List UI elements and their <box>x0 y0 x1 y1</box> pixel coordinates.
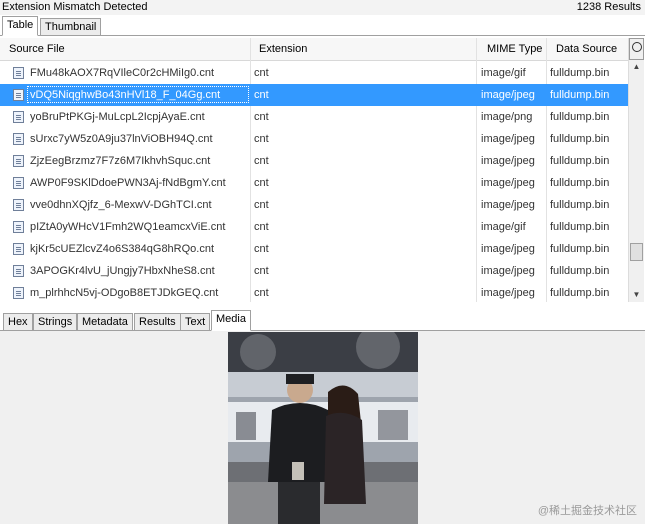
data-source-cell: fulldump.bin <box>550 243 610 255</box>
file-icon <box>13 111 24 123</box>
tab-metadata[interactable]: Metadata <box>77 313 133 331</box>
file-icon <box>13 243 24 255</box>
data-source-cell: fulldump.bin <box>550 89 610 101</box>
data-source-cell: fulldump.bin <box>550 199 610 211</box>
file-icon <box>13 199 24 211</box>
file-icon <box>13 133 24 145</box>
watermark-label: @稀土掘金技术社区 <box>537 505 637 517</box>
file-icon <box>13 177 24 189</box>
extension-cell: cnt <box>254 199 269 211</box>
mime-type-cell: image/jpeg <box>481 177 535 189</box>
extension-cell: cnt <box>254 177 269 189</box>
scroll-thumb[interactable] <box>630 243 643 261</box>
mime-type-cell: image/gif <box>481 67 526 79</box>
extension-cell: cnt <box>254 265 269 277</box>
data-source-cell: fulldump.bin <box>550 111 610 123</box>
source-file-cell: vDQ5NiqghwBo43nHVl18_F_04Gg.cnt <box>30 89 221 101</box>
mime-type-cell: image/jpeg <box>481 133 535 145</box>
table-row[interactable]: ZjzEegBrzmz7F7z6M7IkhvhSquc.cnt cnt image/… <box>0 150 628 172</box>
tab-strings[interactable]: Strings <box>33 313 78 331</box>
file-icon <box>13 265 24 277</box>
table-row[interactable]: 3APOGKr4lvU_jUngjy7HbxNheS8.cnt cnt image/… <box>0 260 628 282</box>
data-source-cell: fulldump.bin <box>550 265 610 277</box>
page-title: Extension Mismatch Detected <box>2 1 148 13</box>
column-header-extension[interactable]: Extension <box>259 43 307 55</box>
tab-text[interactable]: Text <box>180 313 211 331</box>
scroll-down-arrow-icon[interactable]: ▼ <box>629 290 644 300</box>
table-row[interactable]: sUrxc7yW5z0A9ju37lnViOBH94Q.cnt cnt image/… <box>0 128 628 150</box>
mime-type-cell: image/jpeg <box>481 199 535 211</box>
extension-cell: cnt <box>254 221 269 233</box>
table-row[interactable]: kjKr5cUEZlcvZ4o6S384qG8hRQo.cnt cnt image/… <box>0 238 628 260</box>
source-file-cell: pIZtA0yWHcV1Fmh2WQ1eamcxViE.cnt <box>30 221 226 233</box>
source-file-cell: AWP0F9SKlDdoePWN3Aj-fNdBgmY.cnt <box>30 177 226 189</box>
results-table: Source File Extension MIME Type Data Sou… <box>0 38 628 302</box>
data-source-cell: fulldump.bin <box>550 177 610 189</box>
tab-media[interactable]: Media <box>211 310 251 331</box>
table-row[interactable]: vve0dhnXQjfz_6-MexwV-DGhTCI.cnt cnt image/… <box>0 194 628 216</box>
extension-cell: cnt <box>254 155 269 167</box>
file-icon <box>13 221 24 233</box>
column-header-mime-type[interactable]: MIME Type <box>487 43 542 55</box>
source-file-cell: 3APOGKr4lvU_jUngjy7HbxNheS8.cnt <box>30 265 215 277</box>
source-file-cell: sUrxc7yW5z0A9ju37lnViOBH94Q.cnt <box>30 133 213 145</box>
mime-type-cell: image/gif <box>481 221 526 233</box>
result-header-bar: Extension Mismatch Detected 1238 Results <box>0 0 645 15</box>
search-icon <box>632 42 642 52</box>
tab-table[interactable]: Table <box>2 16 39 36</box>
vertical-scrollbar[interactable]: ▲ ▼ <box>628 38 644 302</box>
data-source-cell: fulldump.bin <box>550 133 610 145</box>
source-file-cell: yoBruPtPKGj-MuLcpL2IcpjAyaE.cnt <box>30 111 205 123</box>
table-row[interactable]: FMu48kAOX7RqVIleC0r2cHMiIg0.cnt cnt image/… <box>0 62 628 84</box>
table-row[interactable]: yoBruPtPKGj-MuLcpL2IcpjAyaE.cnt cnt image/… <box>0 106 628 128</box>
mime-type-cell: image/jpeg <box>481 89 535 101</box>
source-file-cell: m_plrhhcN5vj-ODgoB8ETJDkGEQ.cnt <box>30 287 219 299</box>
tab-results[interactable]: Results <box>134 313 181 331</box>
table-row[interactable]: m_plrhhcN5vj-ODgoB8ETJDkGEQ.cnt cnt image/… <box>0 282 628 302</box>
source-file-cell: kjKr5cUEZlcvZ4o6S384qG8hRQo.cnt <box>30 243 215 255</box>
source-file-cell: ZjzEegBrzmz7F7z6M7IkhvhSquc.cnt <box>30 155 211 167</box>
source-file-cell: FMu48kAOX7RqVIleC0r2cHMiIg0.cnt <box>30 67 215 79</box>
source-file-cell: vve0dhnXQjfz_6-MexwV-DGhTCI.cnt <box>30 199 212 211</box>
scroll-up-arrow-icon[interactable]: ▲ <box>629 62 644 72</box>
media-preview-image <box>228 332 418 524</box>
extension-cell: cnt <box>254 89 269 101</box>
mime-type-cell: image/jpeg <box>481 287 535 299</box>
table-row[interactable]: pIZtA0yWHcV1Fmh2WQ1eamcxViE.cnt cnt image/… <box>0 216 628 238</box>
mime-type-cell: image/png <box>481 111 533 123</box>
tab-thumbnail[interactable]: Thumbnail <box>40 18 102 36</box>
column-chooser-button[interactable] <box>629 38 644 60</box>
extension-cell: cnt <box>254 67 269 79</box>
data-source-cell: fulldump.bin <box>550 155 610 167</box>
table-header: Source File Extension MIME Type Data Sou… <box>0 38 628 61</box>
data-source-cell: fulldump.bin <box>550 67 610 79</box>
extension-cell: cnt <box>254 243 269 255</box>
mime-type-cell: image/jpeg <box>481 265 535 277</box>
result-count: 1238 Results <box>576 1 641 13</box>
column-header-source-file[interactable]: Source File <box>9 43 65 55</box>
table-row[interactable]: AWP0F9SKlDdoePWN3Aj-fNdBgmY.cnt cnt image/… <box>0 172 628 194</box>
tab-hex[interactable]: Hex <box>3 313 33 331</box>
file-icon <box>13 89 24 101</box>
file-icon <box>13 287 24 299</box>
extension-cell: cnt <box>254 111 269 123</box>
data-source-cell: fulldump.bin <box>550 287 610 299</box>
extension-cell: cnt <box>254 133 269 145</box>
file-icon <box>13 155 24 167</box>
mime-type-cell: image/jpeg <box>481 243 535 255</box>
column-header-data-source[interactable]: Data Source <box>556 43 617 55</box>
data-source-cell: fulldump.bin <box>550 221 610 233</box>
mime-type-cell: image/jpeg <box>481 155 535 167</box>
table-row[interactable]: vDQ5NiqghwBo43nHVl18_F_04Gg.cnt cnt image/… <box>0 84 628 106</box>
file-icon <box>13 67 24 79</box>
extension-cell: cnt <box>254 287 269 299</box>
